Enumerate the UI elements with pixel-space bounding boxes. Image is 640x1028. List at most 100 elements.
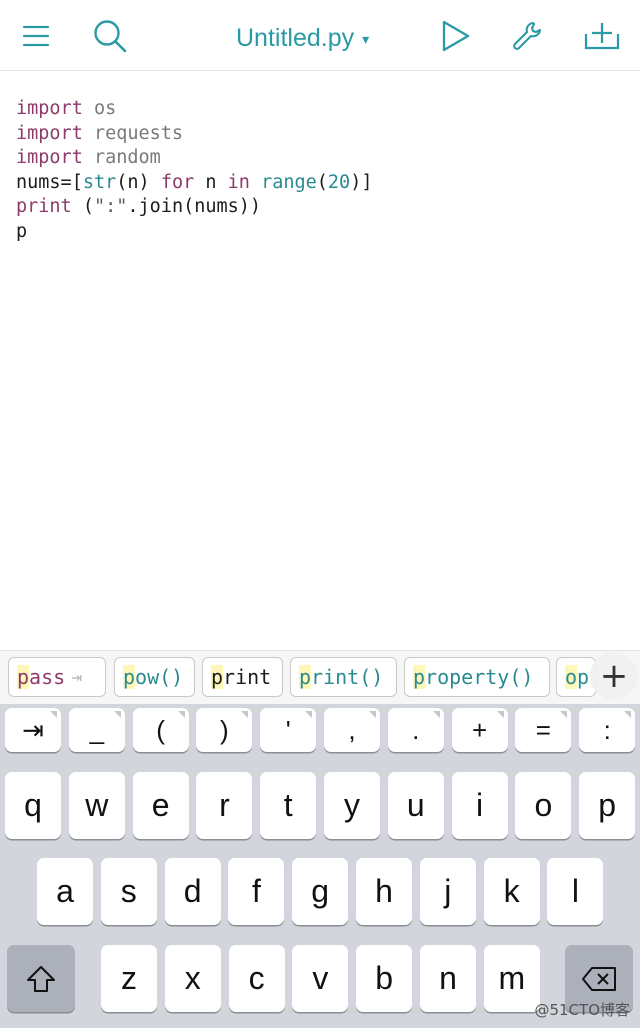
symbol-key[interactable]: : <box>579 708 636 752</box>
plus-icon[interactable]: + <box>590 652 638 700</box>
suggestion-rest: rint() <box>311 665 384 689</box>
shift-key[interactable] <box>7 945 75 1012</box>
key-label: t <box>283 787 293 823</box>
key-label: j <box>444 873 452 909</box>
suggestion-rest: p <box>577 665 590 689</box>
key-u[interactable]: u <box>387 772 444 839</box>
code-token: import <box>16 122 83 144</box>
key-v[interactable]: v <box>292 945 349 1012</box>
code-token: .join(nums)) <box>127 196 262 218</box>
code-token: in <box>227 171 250 193</box>
key-o[interactable]: o <box>515 772 572 839</box>
tab-icon: ⇥ <box>71 666 83 688</box>
code-text[interactable]: import os import requests import random num… <box>16 97 372 245</box>
key-label: w <box>85 787 109 823</box>
key-label: z <box>121 960 137 996</box>
key-label: c <box>248 960 265 996</box>
key-label: ( <box>156 714 165 745</box>
suggestion-match: o <box>565 665 578 689</box>
suggestion-match: p <box>211 665 224 689</box>
code-token: for <box>160 171 195 193</box>
key-corner-mark <box>432 711 440 718</box>
key-r[interactable]: r <box>196 772 253 839</box>
key-label: l <box>571 873 579 909</box>
key-m[interactable]: m <box>483 945 540 1012</box>
key-label: ' <box>285 714 291 745</box>
suggestion-chip[interactable]: p ass ⇥ <box>8 657 106 697</box>
key-h[interactable]: h <box>356 858 412 925</box>
symbol-key[interactable]: ⇥ <box>5 708 61 752</box>
file-title-dropdown[interactable]: Untitled.py ▾ <box>236 18 369 58</box>
symbol-key[interactable]: _ <box>68 708 125 752</box>
code-token: os <box>82 98 117 119</box>
key-p[interactable]: p <box>579 772 636 839</box>
key-j[interactable]: j <box>419 858 476 925</box>
code-line: print (":".join(nums)) <box>16 195 372 220</box>
key-corner-mark <box>496 711 504 718</box>
symbol-key[interactable]: . <box>387 708 444 752</box>
shift-icon <box>27 965 55 992</box>
key-g[interactable]: g <box>292 858 349 925</box>
top-toolbar: Untitled.py ▾ <box>0 0 640 71</box>
suggestion-chip[interactable]: p rint() <box>290 657 397 697</box>
symbol-key[interactable]: + <box>451 708 508 752</box>
key-a[interactable]: a <box>37 858 93 925</box>
key-label: s <box>120 873 137 909</box>
wrench-icon[interactable] <box>510 18 546 54</box>
search-icon[interactable] <box>92 18 128 54</box>
key-y[interactable]: y <box>324 772 380 839</box>
key-q[interactable]: q <box>5 772 61 839</box>
suggestion-chip[interactable]: p roperty() <box>404 657 550 697</box>
key-f[interactable]: f <box>228 858 285 925</box>
autocomplete-bar: p ass ⇥ p ow() p rint p rint() p roperty() o p <box>0 650 640 705</box>
symbol-key[interactable]: = <box>515 708 572 752</box>
key-z[interactable]: z <box>101 945 157 1012</box>
code-token: ":" <box>93 196 128 218</box>
symbol-key[interactable]: ( <box>132 708 189 752</box>
key-b[interactable]: b <box>356 945 413 1012</box>
key-label: x <box>184 960 201 996</box>
add-icon[interactable] <box>584 18 620 54</box>
key-corner-mark <box>241 711 249 718</box>
key-t[interactable]: t <box>260 772 317 839</box>
code-token: ( <box>316 171 328 193</box>
menu-icon[interactable] <box>18 18 54 54</box>
code-token: range <box>261 171 317 193</box>
code-token: ( <box>71 196 94 218</box>
key-corner-mark <box>50 711 57 718</box>
key-s[interactable]: s <box>100 858 157 925</box>
symbol-key[interactable]: ) <box>196 708 253 752</box>
code-token: str <box>82 171 117 193</box>
run-icon[interactable] <box>438 18 474 54</box>
key-c[interactable]: c <box>228 945 285 1012</box>
code-editor[interactable]: import os import requests import random num… <box>0 71 640 646</box>
suggestion-match: p <box>123 665 136 689</box>
key-i[interactable]: i <box>451 772 508 839</box>
key-w[interactable]: w <box>68 772 125 839</box>
key-corner-mark <box>305 711 313 718</box>
suggestion-match: p <box>299 665 312 689</box>
key-label: o <box>534 787 553 823</box>
key-label: a <box>56 873 74 909</box>
chevron-down-icon: ▾ <box>362 30 370 47</box>
key-e[interactable]: e <box>132 772 189 839</box>
key-x[interactable]: x <box>164 945 221 1012</box>
symbol-key[interactable]: , <box>324 708 380 752</box>
key-k[interactable]: k <box>483 858 540 925</box>
code-token: n <box>194 171 228 193</box>
code-token: print <box>16 196 72 218</box>
key-corner-mark <box>113 711 121 718</box>
suggestion-chip[interactable]: p rint <box>202 657 283 697</box>
symbol-key[interactable]: ' <box>260 708 317 752</box>
key-label: n <box>439 960 457 996</box>
code-token: (n) <box>116 171 161 193</box>
key-corner-mark <box>369 711 376 718</box>
suggestion-chip[interactable]: p ow() <box>114 657 195 697</box>
key-label: + <box>472 714 488 745</box>
key-l[interactable]: l <box>547 858 604 925</box>
key-n[interactable]: n <box>420 945 476 1012</box>
key-d[interactable]: d <box>164 858 221 925</box>
code-token: import <box>16 147 83 169</box>
key-label: ) <box>220 714 229 745</box>
